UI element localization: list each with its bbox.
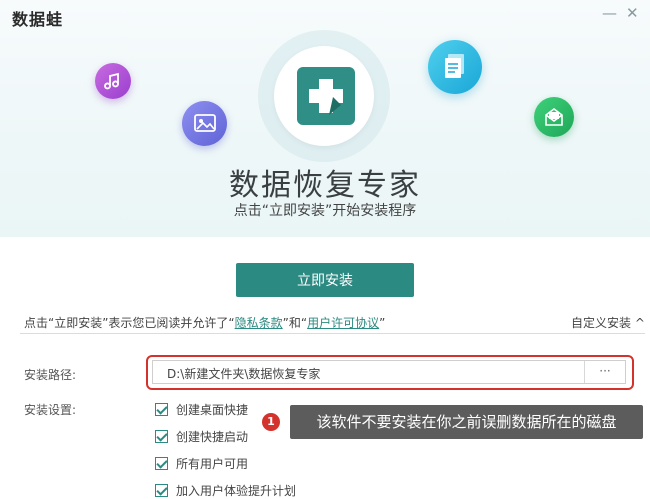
checkbox-checked-icon[interactable] [155,484,168,497]
option-label: 所有用户可用 [176,457,249,471]
install-settings-label: 安装设置: [24,403,77,417]
divider [20,333,645,334]
checkbox-checked-icon[interactable] [155,430,168,443]
agreement-prefix: 点击“立即安装”表示您已阅读并允许了“ [24,316,235,330]
minimize-button[interactable]: — [602,4,617,22]
page-title: 数据恢复专家 [229,168,421,203]
option-all-users[interactable]: 所有用户可用 [155,455,248,472]
privacy-policy-link[interactable]: 隐私条款 [235,316,283,330]
license-agreement-link[interactable]: 用户许可协议 [307,316,379,330]
annotation-tooltip: 该软件不要安装在你之前误删数据所在的磁盘 [290,405,643,439]
image-icon [182,101,227,146]
option-label: 创建快捷启动 [176,430,249,444]
annotation-badge: 1 [262,413,280,431]
option-desktop-shortcut[interactable]: 创建桌面快捷 [155,401,248,418]
install-path-label: 安装路径: [24,368,77,382]
page-subtitle: 点击“立即安装”开始安装程序 [233,203,417,219]
option-label: 加入用户体验提升计划 [176,484,297,498]
agreement-suffix: ” [379,316,386,330]
agreement-middle: ”和“ [282,316,308,330]
checkbox-checked-icon[interactable] [155,457,168,470]
app-title: 数据蛙 [12,10,64,29]
document-icon [428,40,482,94]
close-button[interactable]: ✕ [626,4,639,22]
mail-icon [534,97,574,137]
option-experience-program[interactable]: 加入用户体验提升计划 [155,482,296,499]
option-label: 创建桌面快捷 [176,403,249,417]
custom-install-toggle[interactable]: 自定义安装 ^ [571,314,645,331]
agreement-text: 点击“立即安装”表示您已阅读并允许了“隐私条款”和“用户许可协议” [24,314,385,331]
checkbox-checked-icon[interactable] [155,403,168,416]
option-quick-launch[interactable]: 创建快捷启动 [155,428,248,445]
install-now-button[interactable]: 立即安装 [236,263,414,297]
hero-banner: 数据蛙 — ✕ 数据恢复专家 点击“立即安装”开始安装程序 [0,0,650,237]
music-icon [95,63,131,99]
app-logo-icon [297,67,355,125]
path-highlight-frame [146,355,634,390]
